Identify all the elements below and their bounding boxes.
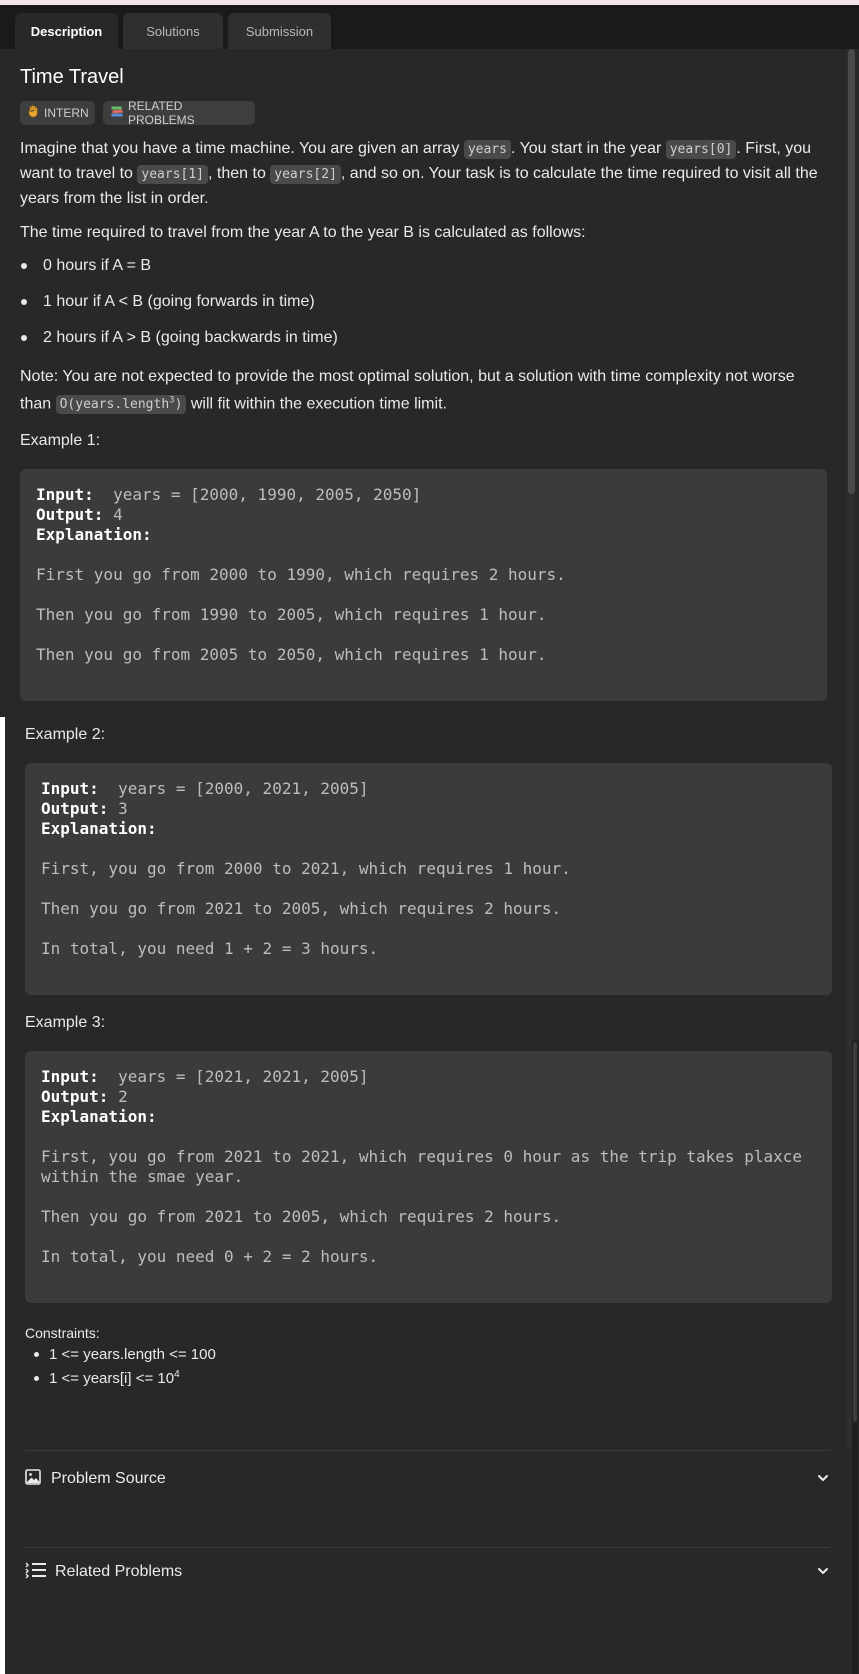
tab-solutions[interactable]: Solutions <box>123 13 223 49</box>
explanation-label: Explanation: <box>41 819 157 838</box>
example-input: years = [2000, 1990, 2005, 2050] <box>113 485 422 504</box>
constraint-item: 1 <= years.length <= 100 <box>25 1346 216 1363</box>
rule-text: 2 hours if A > B (going backwards in tim… <box>43 329 338 346</box>
example-output: 4 <box>113 505 123 524</box>
example-output: 2 <box>118 1087 128 1106</box>
books-icon <box>111 106 123 120</box>
explanation-line: Then you go from 2021 to 2005, which req… <box>41 899 562 918</box>
accordion-label: Related Problems <box>55 1563 183 1580</box>
explanation-label: Explanation: <box>41 1107 157 1126</box>
list-item: 1 hour if A < B (going forwards in time) <box>20 293 315 311</box>
list-icon <box>25 1561 47 1584</box>
accordion-label: Problem Source <box>51 1470 166 1487</box>
explanation-line: In total, you need 0 + 2 = 2 hours. <box>41 1247 379 1266</box>
constraint-text: 1 <= years[i] <= 104 <box>49 1369 180 1387</box>
statement-text: , then to <box>208 165 271 182</box>
explanation-line: First, you go from 2021 to 2021, which r… <box>41 1147 802 1166</box>
statement-text: Imagine that you have a time machine. Yo… <box>20 140 464 157</box>
explanation-line: Then you go from 2005 to 2050, which req… <box>36 645 547 664</box>
badge-related-label: RELATED PROBLEMS <box>128 99 195 127</box>
constraint-item: 1 <= years[i] <= 104 <box>25 1369 180 1387</box>
hand-icon <box>28 105 39 121</box>
problem-source-accordion[interactable]: Problem Source <box>25 1463 830 1495</box>
example-output: 3 <box>118 799 128 818</box>
tab-submission[interactable]: Submission <box>228 13 331 49</box>
example-input: years = [2021, 2021, 2005] <box>118 1067 369 1086</box>
inline-code: years[1] <box>137 165 209 184</box>
rule-text: 1 hour if A < B (going forwards in time) <box>43 293 315 310</box>
explanation-label: Explanation: <box>36 525 152 544</box>
divider <box>25 1547 830 1548</box>
explanation-line: First, you go from 2000 to 2021, which r… <box>41 859 571 878</box>
explanation-line: Then you go from 1990 to 2005, which req… <box>36 605 547 624</box>
output-label: Output: <box>41 1087 109 1106</box>
explanation-line: Then you go from 2021 to 2005, which req… <box>41 1207 562 1226</box>
example-2-code-block: Input: years = [2000, 2021, 2005] Output… <box>25 763 832 995</box>
chevron-down-icon[interactable] <box>816 1564 830 1583</box>
list-item: 0 hours if A = B <box>20 257 151 275</box>
complexity-note: Note: You are not expected to provide th… <box>20 365 820 417</box>
example-1-code-block: Input: years = [2000, 1990, 2005, 2050] … <box>20 469 827 701</box>
tab-bar: Description Solutions Submission <box>0 5 859 49</box>
scrollbar-thumb[interactable] <box>848 49 855 494</box>
example-2-label: Example 2: <box>25 726 106 743</box>
image-icon <box>25 1468 41 1490</box>
output-label: Output: <box>41 799 109 818</box>
output-label: Output: <box>36 505 104 524</box>
example-input: years = [2000, 2021, 2005] <box>118 779 369 798</box>
rule-text: 0 hours if A = B <box>43 257 152 274</box>
chevron-down-icon[interactable] <box>816 1471 830 1490</box>
note-text: will fit within the execution time limit… <box>186 395 447 413</box>
page-title: Time Travel <box>20 66 124 88</box>
explanation-line: In total, you need 1 + 2 = 3 hours. <box>41 939 379 958</box>
constraint-text: 1 <= years.length <= 100 <box>49 1346 216 1363</box>
inline-code: years <box>463 140 511 159</box>
constraints-title: Constraints: <box>25 1325 100 1341</box>
problem-statement: Imagine that you have a time machine. Yo… <box>20 137 820 211</box>
badge-related-problems[interactable]: RELATED PROBLEMS <box>103 99 255 127</box>
example-3-code-block: Input: years = [2021, 2021, 2005] Output… <box>25 1051 832 1303</box>
example-1-label: Example 1: <box>20 432 101 449</box>
example-3-label: Example 3: <box>25 1014 106 1031</box>
explanation-line: First you go from 2000 to 1990, which re… <box>36 565 566 584</box>
inline-code: years[0] <box>665 140 737 159</box>
divider <box>25 1450 830 1451</box>
input-label: Input: <box>36 485 94 504</box>
list-item: 2 hours if A > B (going backwards in tim… <box>20 329 338 347</box>
badge-intern[interactable]: INTERN <box>20 101 95 125</box>
scrollbar-thumb-lower[interactable] <box>853 1042 857 1422</box>
rules-intro: The time required to travel from the yea… <box>20 224 586 241</box>
inline-code: O(years.length3) <box>55 395 187 415</box>
related-problems-accordion[interactable]: Related Problems <box>25 1556 830 1588</box>
input-label: Input: <box>41 1067 99 1086</box>
badge-intern-label: INTERN <box>44 106 89 120</box>
inline-code: years[2] <box>270 165 341 184</box>
statement-text: . You start in the year <box>510 140 666 157</box>
input-label: Input: <box>41 779 99 798</box>
tab-description[interactable]: Description <box>15 13 118 49</box>
explanation-line: within the smae year. <box>41 1167 244 1186</box>
